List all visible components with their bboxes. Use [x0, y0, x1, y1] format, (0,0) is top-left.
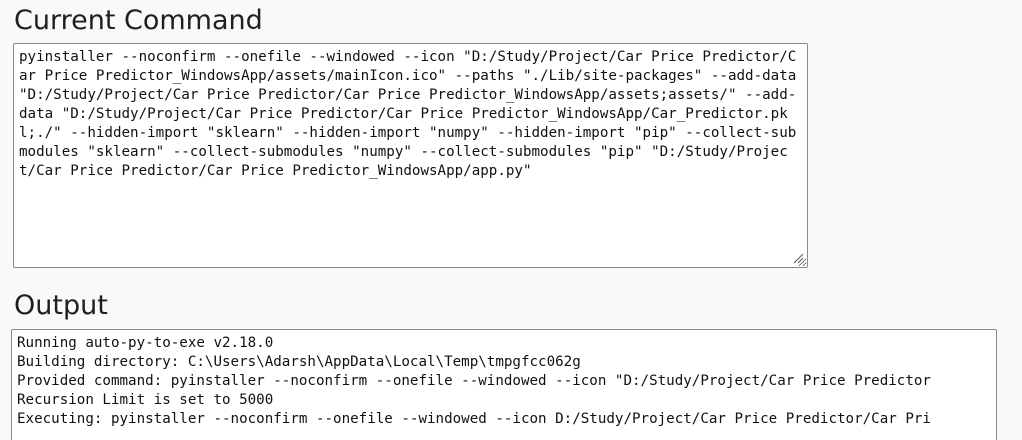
output-line: Running auto-py-to-exe v2.18.0: [17, 335, 274, 351]
current-command-heading: Current Command: [14, 5, 263, 36]
output-line: Building directory: C:\Users\Adarsh\AppD…: [17, 354, 581, 370]
output-line: Recursion Limit is set to 5000: [17, 392, 274, 408]
output-heading: Output: [14, 290, 108, 321]
output-line: Provided command: pyinstaller --noconfir…: [17, 373, 931, 389]
output-log[interactable]: Running auto-py-to-exe v2.18.0 Building …: [11, 329, 997, 440]
current-command-textarea[interactable]: pyinstaller --noconfirm --onefile --wind…: [13, 43, 808, 268]
resize-grip-icon[interactable]: [792, 252, 804, 264]
output-line: Executing: pyinstaller --noconfirm --one…: [17, 411, 931, 427]
